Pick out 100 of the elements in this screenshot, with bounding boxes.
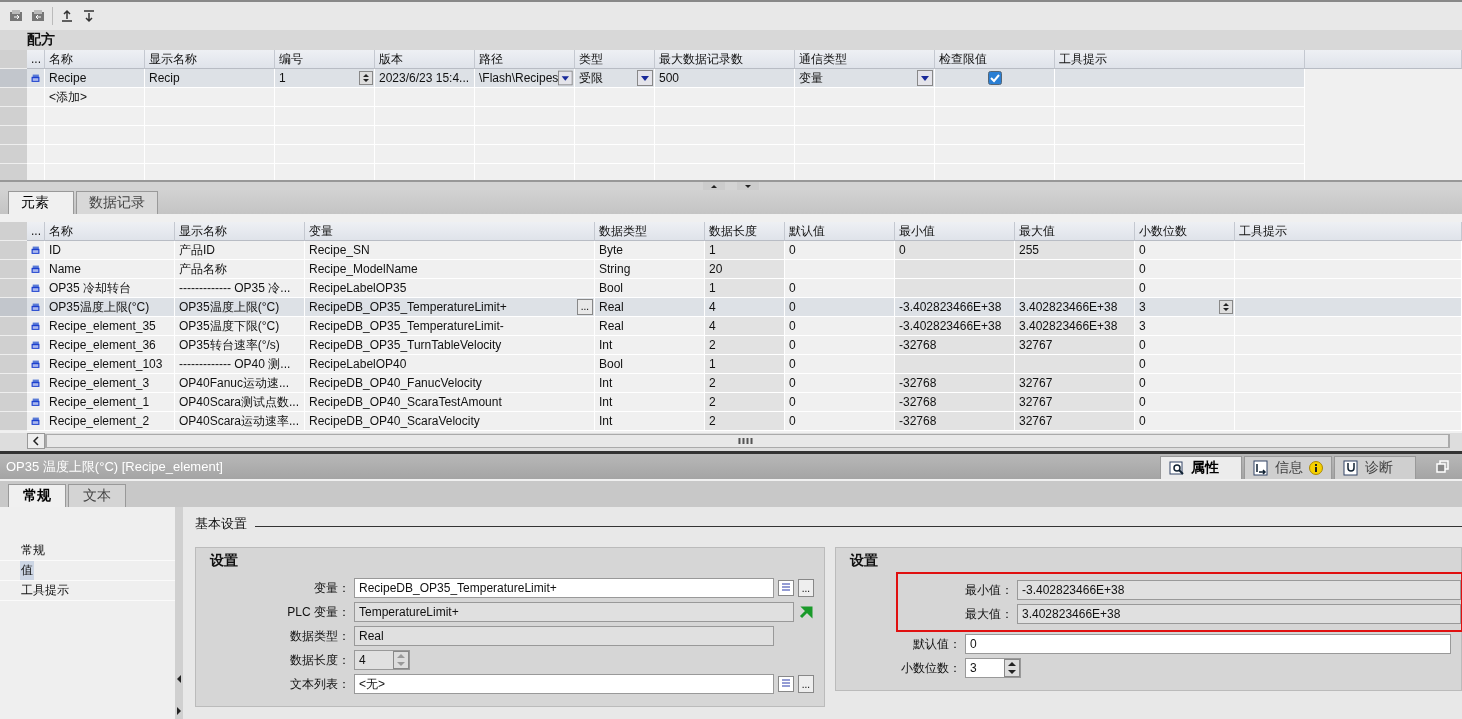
readonly-field[interactable]: TemperatureLimit+ <box>354 602 794 622</box>
column-header[interactable]: 版本 <box>375 50 475 69</box>
restore-icon[interactable] <box>1436 459 1450 474</box>
number-cell[interactable]: 1 <box>275 69 375 88</box>
nav-item[interactable]: 常规 <box>20 541 46 560</box>
import-icon[interactable] <box>8 8 24 24</box>
column-header[interactable]: 检查限值 <box>935 50 1055 69</box>
row-header[interactable] <box>0 107 27 126</box>
number-field[interactable]: 4 <box>354 650 410 670</box>
horizontal-scrollbar[interactable] <box>0 433 1462 451</box>
column-header[interactable]: 默认值 <box>785 222 895 241</box>
column-header[interactable]: 显示名称 <box>145 50 275 69</box>
cell-text: RecipeLabelOP40 <box>309 356 407 373</box>
column-header[interactable]: 工具提示 <box>1235 222 1462 241</box>
list-icon[interactable] <box>777 676 794 692</box>
row-header[interactable] <box>0 317 27 336</box>
row-header[interactable] <box>0 50 27 69</box>
row-header[interactable] <box>0 355 27 374</box>
export-icon[interactable] <box>30 8 46 24</box>
browse-button[interactable]: ... <box>797 579 814 597</box>
dropdown-cell[interactable]: \Flash\Recipes <box>475 69 575 88</box>
column-header[interactable]: 编号 <box>275 50 375 69</box>
tab[interactable]: 常规 <box>8 484 66 507</box>
column-header[interactable]: 显示名称 <box>175 222 305 241</box>
table-cell: ID <box>45 241 175 260</box>
readonly-field[interactable]: Real <box>354 626 774 646</box>
row-header[interactable] <box>0 298 27 317</box>
input-field[interactable]: <无> <box>354 674 774 694</box>
tab[interactable]: 信息 <box>1244 456 1332 479</box>
field-label: 文本列表： <box>289 675 350 693</box>
column-header[interactable]: 通信类型 <box>795 50 935 69</box>
spinner-icon[interactable] <box>1219 300 1233 314</box>
column-header[interactable]: ... <box>27 50 45 69</box>
arrow-icon[interactable] <box>798 604 814 620</box>
field-label: 变量： <box>313 579 350 597</box>
row-header[interactable] <box>0 374 27 393</box>
number-field[interactable]: 3 <box>965 658 1021 678</box>
row-header[interactable] <box>0 336 27 355</box>
spinner-icon[interactable] <box>359 71 373 85</box>
column-header[interactable]: 类型 <box>575 50 655 69</box>
row-header[interactable] <box>0 126 27 145</box>
table-cell: 0 <box>785 355 895 374</box>
nav-item[interactable]: 工具提示 <box>20 581 70 600</box>
dropdown-icon[interactable] <box>917 70 933 86</box>
scroll-left-icon[interactable] <box>27 433 45 449</box>
checkbox[interactable] <box>987 71 1002 85</box>
input-field[interactable]: RecipeDB_OP35_TemperatureLimit+ <box>354 578 774 598</box>
row-header[interactable] <box>0 222 27 241</box>
table-cell: 500 <box>655 69 795 88</box>
info-icon <box>1309 461 1323 475</box>
table-cell: Recipe_element_1 <box>45 393 175 412</box>
cell-text: Recipe_ModelName <box>309 261 418 278</box>
column-header[interactable]: 最大数据记录数 <box>655 50 795 69</box>
column-header[interactable]: 变量 <box>305 222 595 241</box>
column-header[interactable]: 路径 <box>475 50 575 69</box>
row-header[interactable] <box>0 241 27 260</box>
table-cell: OP40Scara测试点数... <box>175 393 305 412</box>
column-header[interactable]: 数据类型 <box>595 222 705 241</box>
dropdown-icon[interactable] <box>637 70 653 86</box>
tab[interactable]: 属性 <box>1160 456 1242 479</box>
input-field[interactable]: 0 <box>965 634 1451 654</box>
tab[interactable]: 数据记录 <box>76 191 158 214</box>
collapse-up-icon[interactable] <box>703 182 725 190</box>
dropdown-icon[interactable] <box>558 70 573 86</box>
readonly-field[interactable]: -3.402823466E+38 <box>1017 580 1461 600</box>
tab[interactable]: 文本 <box>68 484 126 507</box>
table-cell: 1 <box>705 355 785 374</box>
row-header[interactable] <box>0 260 27 279</box>
add-row-link[interactable]: <添加> <box>45 88 145 107</box>
dropdown-cell[interactable]: 变量 <box>795 69 935 88</box>
row-header[interactable] <box>0 145 27 164</box>
scrollbar-thumb[interactable] <box>45 434 1450 448</box>
browse-button[interactable]: ... <box>576 299 593 315</box>
column-header[interactable]: 名称 <box>45 50 145 69</box>
table-cell: 255 <box>1015 241 1135 260</box>
row-header[interactable] <box>0 69 27 88</box>
dropdown-cell[interactable]: 受限 <box>575 69 655 88</box>
cell-text: RecipeDB_OP35_TurnTableVelocity <box>309 337 502 354</box>
column-header[interactable]: 最小值 <box>895 222 1015 241</box>
tab[interactable]: 元素 <box>8 191 74 214</box>
move-down-icon[interactable] <box>81 8 97 24</box>
field-label: 数据类型： <box>289 627 350 645</box>
row-header[interactable] <box>0 279 27 298</box>
row-header[interactable] <box>0 88 27 107</box>
browse-button[interactable]: ... <box>797 675 814 693</box>
column-header[interactable]: 工具提示 <box>1055 50 1305 69</box>
readonly-field[interactable]: 3.402823466E+38 <box>1017 604 1461 624</box>
column-header[interactable]: 数据长度 <box>705 222 785 241</box>
column-header[interactable]: 名称 <box>45 222 175 241</box>
move-up-icon[interactable] <box>59 8 75 24</box>
table-cell: 4 <box>705 298 785 317</box>
nav-item[interactable]: 值 <box>20 561 34 580</box>
row-header[interactable] <box>0 393 27 412</box>
column-header[interactable]: 小数位数 <box>1135 222 1235 241</box>
collapse-down-icon[interactable] <box>737 182 759 190</box>
list-icon[interactable] <box>777 580 794 596</box>
spinner-icon[interactable] <box>1004 659 1020 677</box>
column-header[interactable]: 最大值 <box>1015 222 1135 241</box>
column-header[interactable]: ... <box>27 222 45 241</box>
tab[interactable]: 诊断 <box>1334 456 1416 479</box>
